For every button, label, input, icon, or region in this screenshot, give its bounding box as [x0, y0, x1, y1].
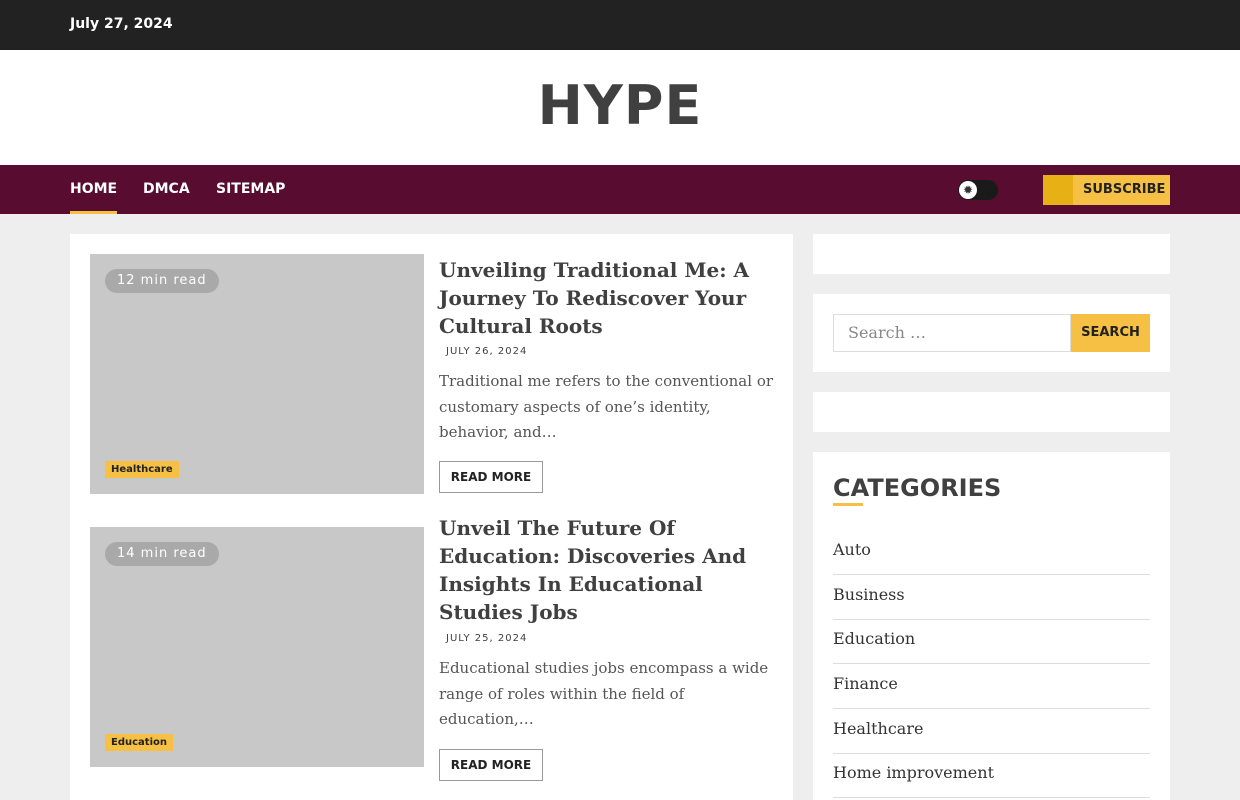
category-label: Business — [833, 585, 905, 604]
subscribe-label: Subscribe — [1083, 182, 1166, 197]
dark-mode-toggle[interactable]: ✹ — [958, 180, 998, 200]
category-label: Healthcare — [833, 719, 924, 738]
post-thumbnail[interactable]: 12 min read Healthcare — [90, 254, 424, 494]
nav-item-sitemap[interactable]: Sitemap — [216, 181, 285, 214]
category-link-business[interactable]: Business — [833, 575, 1150, 620]
subscribe-button[interactable]: Subscribe — [1043, 175, 1170, 205]
read-time-badge: 12 min read — [105, 269, 219, 293]
sidebar-widget-empty — [813, 392, 1170, 432]
sun-icon: ✹ — [959, 181, 977, 199]
post-title[interactable]: Unveil The Future Of Education: Discover… — [439, 514, 774, 626]
site-title[interactable]: HYPE — [0, 74, 1240, 137]
nav-item-dmca[interactable]: DMCA — [143, 181, 190, 214]
post-date[interactable]: JULY 25, 2024 — [446, 633, 527, 644]
category-label: Home improvement — [833, 763, 995, 782]
category-badge[interactable]: Healthcare — [105, 461, 179, 478]
read-more-button[interactable]: Read More — [439, 461, 543, 493]
category-label: Education — [833, 629, 916, 648]
top-bar: July 27, 2024 — [0, 0, 1240, 50]
sidebar-widget-empty — [813, 234, 1170, 274]
category-badge[interactable]: Education — [105, 734, 173, 751]
search-button[interactable]: Search — [1071, 314, 1150, 352]
site-header: HYPE — [0, 50, 1240, 165]
current-date: July 27, 2024 — [70, 16, 173, 32]
category-link-healthcare[interactable]: Healthcare — [833, 709, 1150, 754]
post-excerpt: Traditional me refers to the conventiona… — [439, 372, 774, 441]
bell-icon — [1043, 175, 1073, 205]
post-thumbnail[interactable]: 14 min read Education — [90, 527, 424, 767]
post-excerpt: Educational studies jobs encompass a wid… — [439, 659, 769, 728]
heading-underline — [833, 503, 863, 506]
search-input[interactable]: Search … — [833, 314, 1071, 352]
read-more-button[interactable]: Read More — [439, 749, 543, 781]
post-date[interactable]: JULY 26, 2024 — [446, 346, 527, 357]
category-link-auto[interactable]: Auto — [833, 530, 1150, 575]
category-link-finance[interactable]: Finance — [833, 664, 1150, 709]
nav-item-home[interactable]: Home — [70, 181, 118, 214]
post-title[interactable]: Unveiling Traditional Me: A Journey To R… — [439, 256, 774, 340]
category-label: Auto — [833, 540, 871, 559]
read-time-badge: 14 min read — [105, 542, 219, 566]
categories-heading: Categories — [833, 474, 1002, 502]
category-label: Finance — [833, 674, 898, 693]
category-link-home-improvement[interactable]: Home improvement — [833, 753, 1150, 798]
category-link-education[interactable]: Education — [833, 619, 1150, 664]
